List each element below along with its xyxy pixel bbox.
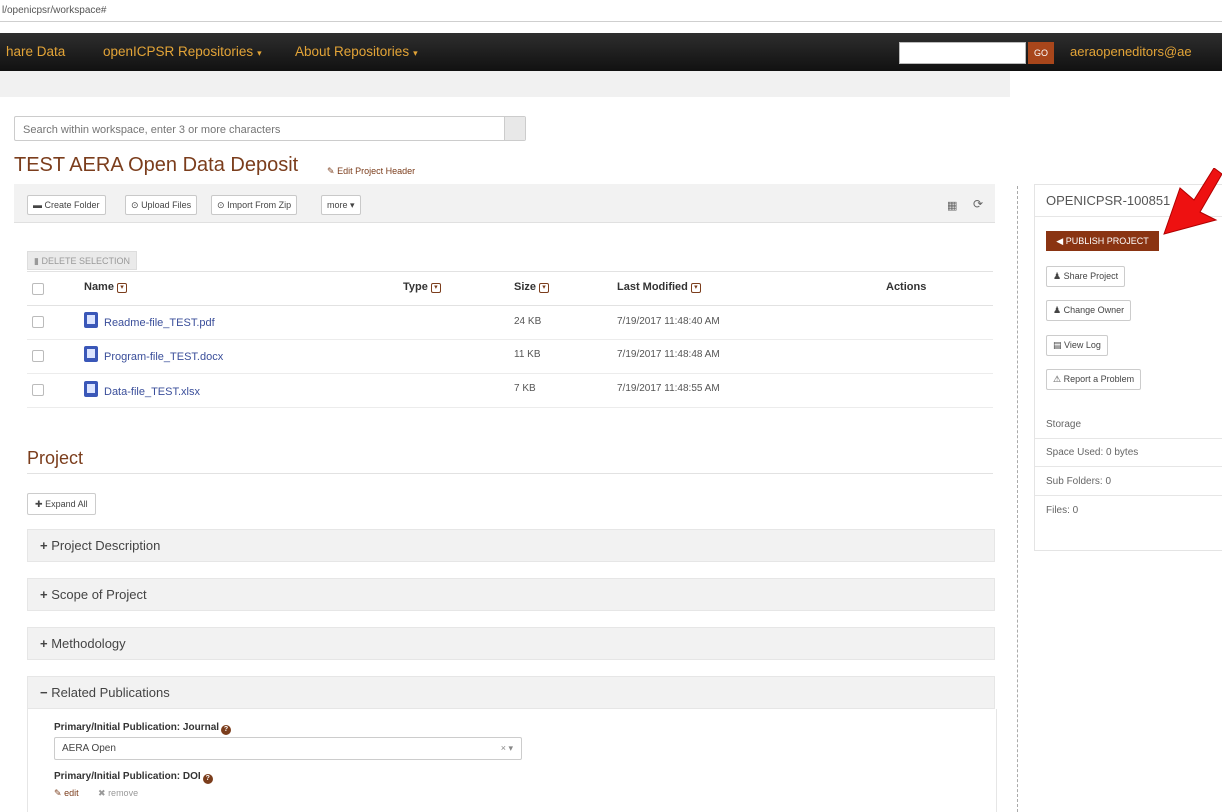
page-title: TEST AERA Open Data Deposit (14, 154, 299, 176)
file-size: 7 KB (514, 383, 536, 394)
accordion-scope-of-project[interactable]: + Scope of Project (27, 578, 995, 611)
file-icon (84, 312, 98, 328)
caret-down-icon: ▾ (257, 48, 262, 58)
list-icon: ▤ (1053, 340, 1062, 350)
more-dropdown[interactable]: more ▾ (321, 195, 361, 215)
change-owner-button[interactable]: ♟ Change Owner (1046, 300, 1132, 321)
nav-search-input[interactable] (899, 42, 1026, 64)
plus-icon: ✚ (35, 499, 43, 509)
file-size: 11 KB (514, 349, 541, 360)
help-icon[interactable]: ? (221, 725, 232, 735)
view-log-button[interactable]: ▤ View Log (1046, 335, 1108, 356)
file-icon (84, 381, 98, 397)
upload-icon: ⊙ (131, 200, 139, 210)
storage-divider (1035, 466, 1222, 467)
clear-chevron-icon[interactable]: × ▾ (501, 743, 513, 754)
publish-project-button[interactable]: ◀ PUBLISH PROJECT (1046, 231, 1159, 251)
col-last-modified[interactable]: Last Modified ▾ (617, 281, 701, 293)
project-id: OPENICPSR-100851 (1046, 193, 1171, 208)
accordion-methodology[interactable]: + Methodology (27, 627, 995, 660)
minus-icon: − (40, 685, 48, 700)
col-size[interactable]: Size ▾ (514, 281, 550, 293)
file-link[interactable]: Readme-file_TEST.pdf (104, 317, 215, 329)
sub-folders-count: Sub Folders: 0 (1046, 476, 1112, 487)
workspace-search-button[interactable] (504, 117, 525, 140)
import-icon: ⊙ (217, 200, 225, 210)
row-checkbox[interactable] (32, 316, 44, 328)
file-size: 24 KB (514, 316, 542, 327)
plus-icon: + (40, 636, 48, 651)
refresh-icon[interactable]: ⟳ (973, 197, 983, 211)
expand-all-button[interactable]: ✚ Expand All (27, 493, 96, 515)
user-icon: ♟ (1053, 305, 1062, 315)
help-icon[interactable]: ? (202, 774, 213, 784)
col-type[interactable]: Type ▾ (403, 281, 441, 293)
grid-view-icon[interactable]: ▦ (947, 199, 957, 212)
col-name[interactable]: Name ▾ (84, 281, 127, 293)
row-checkbox[interactable] (32, 384, 44, 396)
files-count: Files: 0 (1046, 505, 1079, 516)
table-header (27, 271, 993, 306)
storage-divider (1035, 438, 1222, 439)
row-checkbox[interactable] (32, 350, 44, 362)
file-modified: 7/19/2017 11:48:48 AM (617, 349, 720, 360)
warning-icon: ⚠ (1053, 374, 1062, 384)
sort-icon: ▾ (430, 283, 441, 293)
file-icon (84, 346, 98, 362)
file-link[interactable]: Data-file_TEST.xlsx (104, 386, 200, 398)
nav-share-data[interactable]: hare Data (6, 44, 65, 59)
remove-icon: ✖ (98, 788, 106, 798)
file-modified: 7/19/2017 11:48:40 AM (617, 316, 720, 327)
nav-about-repositories[interactable]: About Repositories ▾ (295, 44, 418, 59)
section-title: Project (27, 448, 84, 468)
sort-icon: ▾ (690, 283, 701, 293)
import-zip-button[interactable]: ⊙ Import From Zip (211, 195, 298, 215)
doi-label: Primary/Initial Publication: DOI? (54, 771, 213, 784)
megaphone-icon: ◀ (1056, 236, 1064, 246)
doi-remove-link[interactable]: ✖ remove (98, 788, 138, 799)
section-divider (27, 473, 993, 474)
file-link[interactable]: Program-file_TEST.docx (104, 351, 223, 363)
red-arrow-annotation (1163, 168, 1222, 235)
url-divider (0, 21, 1222, 22)
workspace-search (14, 116, 526, 141)
nav-repositories[interactable]: openICPSR Repositories ▾ (103, 44, 262, 59)
url-bar[interactable]: l/openicpsr/workspace# (0, 0, 1222, 22)
go-button[interactable]: GO (1028, 42, 1054, 64)
subheader-band (0, 71, 1010, 97)
trash-icon: ▮ (34, 256, 39, 266)
user-menu[interactable]: aeraopeneditors@ae (1070, 44, 1192, 59)
share-project-button[interactable]: ♟ Share Project (1046, 266, 1126, 287)
workspace-search-input[interactable] (21, 118, 513, 141)
url-text: l/openicpsr/workspace# (2, 5, 107, 16)
space-used: Space Used: 0 bytes (1046, 447, 1139, 458)
storage-divider (1035, 495, 1222, 496)
report-problem-button[interactable]: ⚠ Report a Problem (1046, 369, 1142, 390)
accordion-related-publications[interactable]: − Related Publications (27, 676, 995, 709)
user-icon: ♟ (1053, 271, 1062, 281)
edit-project-header-link[interactable]: ✎ Edit Project Header (327, 166, 415, 177)
file-modified: 7/19/2017 11:48:55 AM (617, 383, 720, 394)
accordion-project-description[interactable]: + Project Description (27, 529, 995, 562)
create-folder-button[interactable]: ▬ Create Folder (27, 195, 106, 215)
select-all-checkbox[interactable] (32, 283, 44, 295)
top-nav: hare Data openICPSR Repositories ▾ About … (0, 33, 1222, 71)
storage-label: Storage (1046, 419, 1082, 430)
edit-icon: ✎ (327, 166, 335, 176)
sort-icon: ▾ (116, 283, 127, 293)
caret-down-icon: ▾ (413, 48, 418, 58)
upload-files-button[interactable]: ⊙ Upload Files (125, 195, 198, 215)
plus-icon: + (40, 587, 48, 602)
plus-icon: + (40, 538, 48, 553)
journal-label: Primary/Initial Publication: Journal? (54, 722, 232, 735)
pencil-icon: ✎ (54, 788, 62, 798)
sidebar-divider (1017, 186, 1018, 812)
doi-edit-link[interactable]: ✎ edit (54, 788, 79, 799)
journal-select[interactable]: AERA Open × ▾ (54, 737, 522, 760)
journal-value: AERA Open (62, 743, 116, 754)
sort-icon: ▾ (539, 283, 550, 293)
folder-icon: ▬ (33, 200, 42, 210)
col-actions: Actions (886, 281, 927, 293)
delete-selection-button[interactable]: ▮ DELETE SELECTION (27, 251, 137, 270)
